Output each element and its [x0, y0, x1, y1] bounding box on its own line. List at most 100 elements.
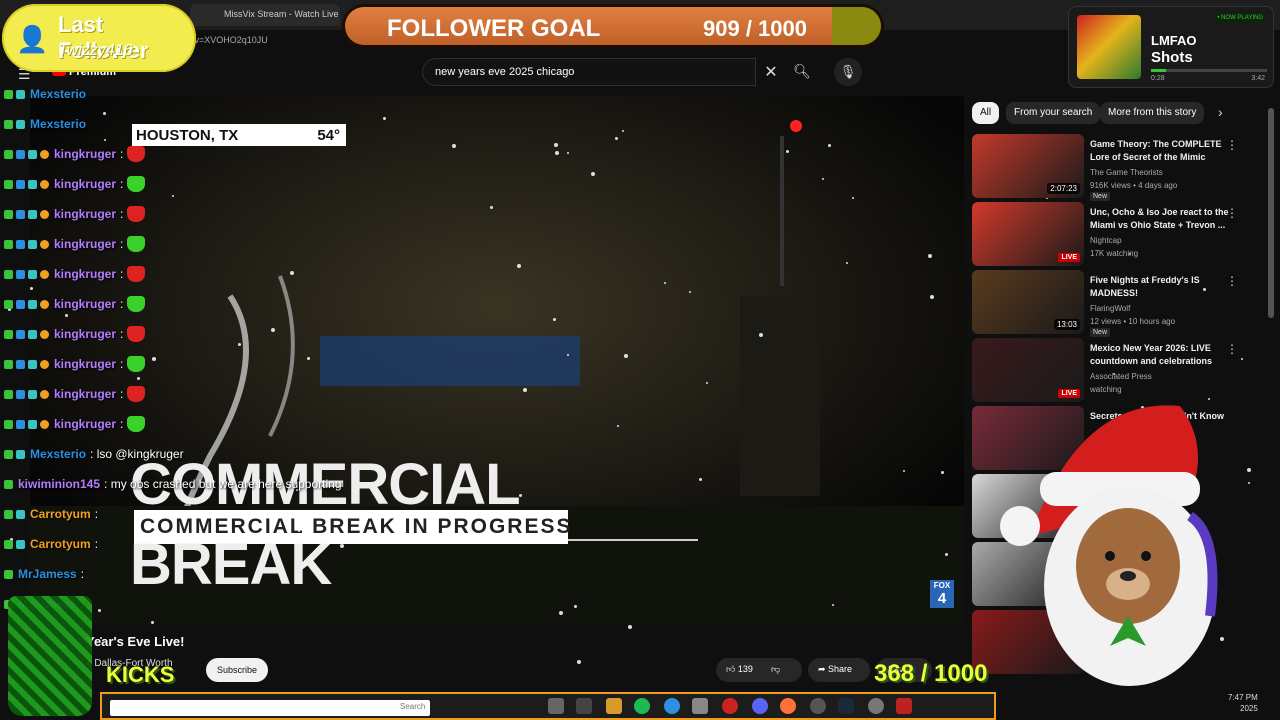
edge-icon[interactable] — [664, 698, 680, 714]
now-playing-song: Shots — [1151, 49, 1193, 66]
recommended-video[interactable]: LIVE Unc, Ocho & Iso Joe react to the Mia… — [972, 202, 1262, 266]
chat-badge-icon — [4, 569, 13, 579]
settings-icon[interactable] — [868, 698, 884, 714]
chat-text: : — [120, 297, 124, 311]
subscribe-button[interactable]: Subscribe — [206, 658, 268, 682]
chat-badge-icon — [28, 299, 37, 309]
app-icon[interactable] — [896, 698, 912, 714]
folder-icon[interactable] — [606, 698, 622, 714]
snowflake — [689, 291, 691, 293]
snowflake — [519, 494, 522, 497]
recommended-video[interactable]: 13:03 Five Nights at Freddy's IS MADNESS!… — [972, 270, 1262, 337]
like-button[interactable]: 👍︎ 139 👎︎ — [716, 658, 802, 682]
chat-badge-icon — [16, 239, 25, 249]
microphone-icon[interactable]: 🎙︎ — [834, 58, 862, 86]
chat-message: kiwiminion145: my obs crashed but we are… — [4, 474, 342, 494]
chat-emote-icon — [127, 266, 146, 282]
chrome-icon[interactable] — [810, 698, 826, 714]
snowflake — [523, 388, 527, 392]
chat-text: : lso @kingkruger — [90, 447, 184, 461]
video-meta: 12 views • 10 hours ago — [1090, 317, 1176, 326]
video-thumbnail[interactable]: 13:03 — [972, 270, 1084, 334]
chip-from-your-search[interactable]: From your search — [1006, 102, 1101, 124]
taskbar-search-input[interactable]: Search — [110, 700, 430, 716]
share-button[interactable]: ➦ Share — [808, 658, 870, 682]
search-icon[interactable]: 🔍︎ — [786, 58, 818, 86]
snowflake — [945, 553, 948, 556]
file-explorer-icon[interactable] — [548, 698, 564, 714]
chat-badge-icon — [28, 179, 37, 189]
snowflake — [852, 197, 854, 199]
snowflake — [298, 530, 300, 532]
tab-title: MissVix Stream - Watch Live — [224, 9, 339, 19]
chat-message: kingkruger: — [4, 204, 146, 224]
live-badge: LIVE — [1058, 253, 1080, 262]
more-options-icon[interactable]: ⋮ — [1226, 206, 1238, 220]
chat-badge-icon — [40, 389, 49, 399]
chat-username: Mexsterio — [30, 87, 87, 101]
chat-badge-icon — [16, 299, 25, 309]
chat-badge-icon — [4, 359, 13, 369]
snowflake — [786, 150, 789, 153]
clear-search-icon[interactable]: ✕ — [762, 62, 780, 82]
station-name: FOX — [933, 581, 951, 590]
snowflake — [941, 471, 944, 474]
chat-badge-icon — [16, 359, 25, 369]
video-meta: 17K watching — [1090, 249, 1139, 258]
steam-icon[interactable] — [838, 698, 854, 714]
chat-badge-icon — [16, 329, 25, 339]
chat-badge-icon — [16, 509, 25, 519]
snowflake — [490, 206, 493, 209]
chat-badge-icon — [40, 419, 49, 429]
obs-icon[interactable] — [722, 698, 738, 714]
snowflake — [555, 151, 559, 155]
chat-message: Mexsterio: lso @kingkruger — [4, 444, 184, 464]
chat-username: kingkruger — [54, 267, 117, 281]
now-playing-badge: • NOW PLAYING — [1213, 13, 1267, 23]
snowflake — [383, 117, 386, 120]
app-icon[interactable] — [692, 698, 708, 714]
recommended-video[interactable]: 2:07:23 Game Theory: The COMPLETE Lore of… — [972, 134, 1262, 201]
chat-message: kingkruger: — [4, 144, 146, 164]
video-thumbnail[interactable]: LIVE — [972, 202, 1084, 266]
discord-icon[interactable] — [752, 698, 768, 714]
chat-badge-icon — [16, 179, 25, 189]
commercial-underline — [568, 539, 698, 541]
chat-badge-icon — [4, 479, 13, 489]
chat-badge-icon — [28, 389, 37, 399]
snowflake — [307, 357, 310, 360]
search-input[interactable]: new years eve 2025 chicago — [422, 58, 756, 86]
chat-username: kingkruger — [54, 147, 117, 161]
chat-badge-icon — [16, 119, 25, 129]
video-channel[interactable]: Associated Press — [1090, 372, 1152, 381]
snowflake — [567, 354, 569, 356]
spotify-icon[interactable] — [634, 698, 650, 714]
chat-username: kingkruger — [54, 417, 117, 431]
video-channel[interactable]: Nightcap — [1090, 236, 1122, 245]
chevron-right-icon[interactable]: › — [1218, 104, 1223, 120]
video-channel[interactable]: FlaringWolf — [1090, 304, 1130, 313]
app-icon[interactable] — [576, 698, 592, 714]
chat-badge-icon — [4, 509, 13, 519]
chat-emote-icon — [127, 236, 146, 252]
chat-badge-icon — [4, 299, 13, 309]
more-options-icon[interactable]: ⋮ — [1226, 274, 1238, 288]
chip-more-from-story[interactable]: More from this story — [1100, 102, 1205, 124]
track-elapsed: 0:28 — [1151, 75, 1165, 82]
new-badge: New — [1090, 328, 1111, 337]
sidebar-scrollbar[interactable] — [1268, 108, 1274, 318]
video-thumbnail[interactable]: 2:07:23 — [972, 134, 1084, 198]
chat-badge-icon — [28, 359, 37, 369]
more-options-icon[interactable]: ⋮ — [1226, 342, 1238, 356]
share-icon: ➦ — [818, 664, 829, 674]
thumbs-down-icon[interactable]: 👎︎ — [771, 664, 780, 674]
firefox-icon[interactable] — [780, 698, 796, 714]
snowflake — [340, 544, 344, 548]
video-channel[interactable]: The Game Theorists — [1090, 168, 1163, 177]
chat-badge-icon — [16, 389, 25, 399]
chip-all[interactable]: All — [972, 102, 1000, 124]
browser-tab[interactable]: MissVix Stream - Watch Live — [190, 4, 340, 26]
more-options-icon[interactable]: ⋮ — [1226, 138, 1238, 152]
snowflake — [628, 625, 632, 629]
chat-message: kingkruger: — [4, 384, 146, 404]
